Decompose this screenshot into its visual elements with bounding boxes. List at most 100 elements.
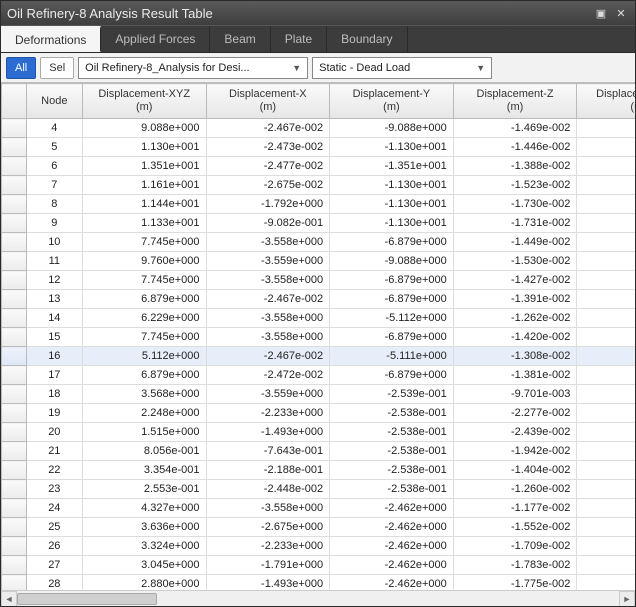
cell-value[interactable]: -5.111e+000 — [330, 347, 454, 366]
cell-value[interactable]: 1.161e+001 — [577, 176, 635, 195]
column-header[interactable]: Node — [26, 84, 82, 119]
cell-value[interactable]: -1.792e+000 — [206, 195, 330, 214]
cell-value[interactable]: -2.538e-001 — [330, 480, 454, 499]
cell-node[interactable]: 11 — [26, 252, 82, 271]
row-header[interactable] — [2, 290, 27, 309]
cell-value[interactable]: 2.880e+000 — [82, 575, 206, 590]
table-row[interactable]: 51.130e+001-2.473e-002-1.130e+001-1.446e… — [2, 138, 636, 157]
cell-value[interactable]: -1.530e-002 — [453, 252, 577, 271]
column-header[interactable]: Displacement-Z(m) — [453, 84, 577, 119]
cell-value[interactable]: 8.053e-001 — [577, 442, 635, 461]
cell-value[interactable]: 7.745e+000 — [82, 233, 206, 252]
cell-value[interactable]: -1.469e-002 — [453, 119, 577, 138]
cell-value[interactable]: 7.745e+000 — [577, 271, 635, 290]
column-header[interactable]: Displacement-XY(m) — [577, 84, 635, 119]
cell-value[interactable]: -2.539e-001 — [330, 385, 454, 404]
cell-value[interactable]: 1.515e+000 — [82, 423, 206, 442]
table-row[interactable]: 127.745e+000-3.558e+000-6.879e+000-1.427… — [2, 271, 636, 290]
cell-value[interactable]: -2.675e-002 — [206, 176, 330, 195]
cell-value[interactable]: -6.879e+000 — [330, 233, 454, 252]
cell-value[interactable]: -1.130e+001 — [330, 138, 454, 157]
cell-value[interactable]: 3.324e+000 — [82, 537, 206, 556]
cell-value[interactable]: -1.709e-002 — [453, 537, 577, 556]
cell-value[interactable]: -1.260e-002 — [453, 480, 577, 499]
cell-value[interactable]: 3.045e+000 — [577, 556, 635, 575]
cell-value[interactable]: 6.229e+000 — [577, 309, 635, 328]
row-header[interactable] — [2, 119, 27, 138]
column-header[interactable]: Displacement-X(m) — [206, 84, 330, 119]
row-header[interactable] — [2, 461, 27, 480]
cell-value[interactable]: -1.130e+001 — [330, 176, 454, 195]
cell-node[interactable]: 6 — [26, 157, 82, 176]
row-header[interactable] — [2, 423, 27, 442]
cell-value[interactable]: -2.448e-002 — [206, 480, 330, 499]
close-icon[interactable]: ✕ — [613, 6, 629, 20]
cell-value[interactable]: -1.130e+001 — [330, 195, 454, 214]
cell-node[interactable]: 12 — [26, 271, 82, 290]
table-row[interactable]: 282.880e+000-1.493e+000-2.462e+000-1.775… — [2, 575, 636, 590]
table-row[interactable]: 81.144e+001-1.792e+000-1.130e+001-1.730e… — [2, 195, 636, 214]
cell-value[interactable]: 9.760e+000 — [577, 252, 635, 271]
cell-value[interactable]: 1.130e+001 — [82, 138, 206, 157]
cell-value[interactable]: 6.879e+000 — [577, 290, 635, 309]
row-header[interactable] — [2, 442, 27, 461]
table-row[interactable]: 218.056e-001-7.643e-001-2.538e-001-1.942… — [2, 442, 636, 461]
loadcase-select[interactable]: Static - Dead Load ▼ — [312, 57, 492, 79]
cell-value[interactable]: 9.088e+000 — [577, 119, 635, 138]
table-row[interactable]: 146.229e+000-3.558e+000-5.112e+000-1.262… — [2, 309, 636, 328]
cell-value[interactable]: -2.277e-002 — [453, 404, 577, 423]
cell-node[interactable]: 17 — [26, 366, 82, 385]
tab-applied-forces[interactable]: Applied Forces — [101, 26, 210, 52]
cell-value[interactable]: 6.879e+000 — [82, 290, 206, 309]
cell-value[interactable]: 9.088e+000 — [82, 119, 206, 138]
table-row[interactable]: 91.133e+001-9.082e-001-1.130e+001-1.731e… — [2, 214, 636, 233]
analysis-select[interactable]: Oil Refinery-8_Analysis for Desi... ▼ — [78, 57, 308, 79]
tab-boundary[interactable]: Boundary — [327, 26, 407, 52]
cell-value[interactable]: -2.462e+000 — [330, 518, 454, 537]
cell-value[interactable]: -3.558e+000 — [206, 271, 330, 290]
row-header[interactable] — [2, 176, 27, 195]
row-header[interactable] — [2, 575, 27, 590]
cell-value[interactable]: -2.462e+000 — [330, 556, 454, 575]
cell-value[interactable]: -1.730e-002 — [453, 195, 577, 214]
row-header[interactable] — [2, 271, 27, 290]
cell-value[interactable]: -2.538e-001 — [330, 461, 454, 480]
cell-value[interactable]: -2.462e+000 — [330, 537, 454, 556]
cell-value[interactable]: -1.308e-002 — [453, 347, 577, 366]
table-row[interactable]: 61.351e+001-2.477e-002-1.351e+001-1.388e… — [2, 157, 636, 176]
cell-value[interactable]: 2.549e-001 — [577, 480, 635, 499]
table-row[interactable]: 273.045e+000-1.791e+000-2.462e+000-1.783… — [2, 556, 636, 575]
cell-value[interactable]: -2.233e+000 — [206, 537, 330, 556]
horizontal-scrollbar[interactable]: ◄ ► — [1, 590, 635, 606]
cell-value[interactable]: -1.449e-002 — [453, 233, 577, 252]
cell-value[interactable]: -2.675e+000 — [206, 518, 330, 537]
cell-value[interactable]: -1.262e-002 — [453, 309, 577, 328]
table-row[interactable]: 192.248e+000-2.233e+000-2.538e-001-2.277… — [2, 404, 636, 423]
cell-value[interactable]: -2.538e-001 — [330, 423, 454, 442]
cell-node[interactable]: 27 — [26, 556, 82, 575]
cell-value[interactable]: -1.493e+000 — [206, 575, 330, 590]
cell-value[interactable]: -3.558e+000 — [206, 328, 330, 347]
cell-value[interactable]: 1.144e+001 — [577, 195, 635, 214]
table-row[interactable]: 223.354e-001-2.188e-001-2.538e-001-1.404… — [2, 461, 636, 480]
cell-value[interactable]: -3.558e+000 — [206, 499, 330, 518]
cell-value[interactable]: -3.559e+000 — [206, 252, 330, 271]
row-header[interactable] — [2, 556, 27, 575]
cell-value[interactable]: -1.493e+000 — [206, 423, 330, 442]
row-header[interactable] — [2, 347, 27, 366]
table-row[interactable]: 183.568e+000-3.559e+000-2.539e-001-9.701… — [2, 385, 636, 404]
cell-value[interactable]: 1.144e+001 — [82, 195, 206, 214]
cell-node[interactable]: 24 — [26, 499, 82, 518]
cell-value[interactable]: 2.248e+000 — [82, 404, 206, 423]
cell-node[interactable]: 16 — [26, 347, 82, 366]
cell-value[interactable]: -9.088e+000 — [330, 119, 454, 138]
cell-value[interactable]: 3.354e-001 — [82, 461, 206, 480]
cell-node[interactable]: 22 — [26, 461, 82, 480]
cell-node[interactable]: 5 — [26, 138, 82, 157]
filter-all-button[interactable]: All — [6, 57, 36, 79]
cell-node[interactable]: 25 — [26, 518, 82, 537]
cell-value[interactable]: 8.056e-001 — [82, 442, 206, 461]
cell-value[interactable]: 3.568e+000 — [577, 385, 635, 404]
row-header[interactable] — [2, 366, 27, 385]
cell-value[interactable]: -2.462e+000 — [330, 575, 454, 590]
